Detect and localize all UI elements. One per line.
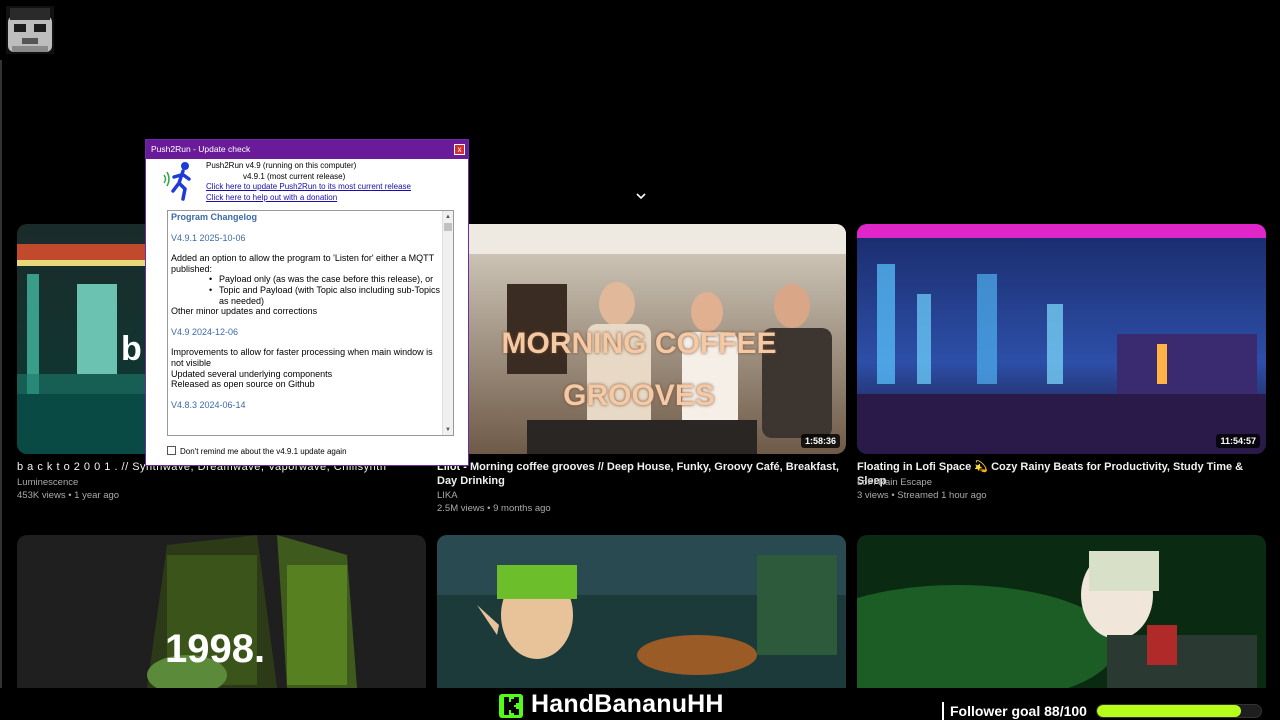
video-thumbnail[interactable]: 11:54:57 xyxy=(857,224,1266,454)
thumbnail-overlay-text: b xyxy=(121,330,142,368)
window-edge xyxy=(0,60,2,688)
scroll-down-icon[interactable]: ▼ xyxy=(444,425,452,435)
changelog-text: Updated several underlying components xyxy=(171,368,333,379)
changelog-version: V4.9.1 2025-10-06 xyxy=(171,232,246,243)
dialog-titlebar[interactable]: Push2Run - Update check x xyxy=(146,140,468,159)
close-button[interactable]: x xyxy=(454,144,465,155)
dialog-title: Push2Run - Update check xyxy=(151,144,251,154)
video-duration: 11:54:57 xyxy=(1216,434,1260,448)
changelog-bullet: Topic and Payload (with Topic also inclu… xyxy=(171,285,441,306)
current-version-text: v4.9.1 (most current release) xyxy=(243,172,346,181)
video-stats: 453K views • 1 year ago xyxy=(17,490,120,501)
changelog-text: Released as open source on Github xyxy=(171,379,315,390)
thumbnail-overlay-text: MORNING COFFEE GROOVES xyxy=(501,327,777,412)
chevron-down-icon[interactable] xyxy=(632,190,650,204)
dont-remind-label: Don't remind me about the v4.9.1 update … xyxy=(180,447,347,456)
running-man-icon xyxy=(161,161,195,201)
changelog-text: Added an option to allow the program to … xyxy=(171,253,434,274)
video-thumbnail[interactable]: 1998. xyxy=(17,535,426,688)
follower-goal-label: Follower goal 88/100 xyxy=(950,703,1087,719)
kick-logo-icon xyxy=(499,694,523,718)
changelog-text: Improvements to allow for faster process… xyxy=(171,347,433,368)
vertical-scrollbar[interactable]: ▲ ▼ xyxy=(442,211,453,435)
thumbnail-overlay-text: 1998. xyxy=(165,627,266,671)
update-check-dialog: Push2Run - Update check x Push2Run v4.9 … xyxy=(145,139,469,466)
changelog-version: V4.9 2024-12-06 xyxy=(171,326,239,337)
channel-name-overlay: HandBananuHH xyxy=(531,690,724,718)
channel-name[interactable]: LoFi Rain Escape xyxy=(857,476,932,489)
scrollbar-thumb[interactable] xyxy=(444,223,452,231)
channel-name[interactable]: Luminescence xyxy=(17,476,78,489)
video-title[interactable]: Lilot - Morning coffee grooves // Deep H… xyxy=(437,460,846,488)
running-version-text: Push2Run v4.9 (running on this computer) xyxy=(206,161,357,170)
video-thumbnail[interactable] xyxy=(437,535,846,688)
overlay-divider xyxy=(942,702,944,720)
changelog-text: Other minor updates and corrections xyxy=(171,306,318,317)
video-thumbnail[interactable]: MORNING COFFEE GROOVES 1:58:36 xyxy=(437,224,846,454)
update-link[interactable]: Click here to update Push2Run to its mos… xyxy=(206,182,411,191)
follower-goal-fill xyxy=(1097,705,1242,717)
dont-remind-checkbox[interactable] xyxy=(167,446,176,455)
streamer-avatar xyxy=(2,2,58,58)
changelog-textbox[interactable]: Program Changelog V4.9.1 2025-10-06 Adde… xyxy=(167,210,454,436)
video-stats: 3 views • Streamed 1 hour ago xyxy=(857,490,987,501)
video-duration: 1:58:36 xyxy=(800,434,840,448)
video-stats: 2.5M views • 9 months ago xyxy=(437,503,551,514)
follower-goal-bar xyxy=(1096,704,1262,718)
video-thumbnail[interactable] xyxy=(857,535,1266,688)
changelog-version: V4.8.3 2024-06-14 xyxy=(171,399,246,410)
donate-link[interactable]: Click here to help out with a donation xyxy=(206,193,337,202)
scroll-up-icon[interactable]: ▲ xyxy=(444,212,452,223)
channel-name[interactable]: LIKA xyxy=(437,489,458,502)
changelog-heading: Program Changelog xyxy=(171,212,258,222)
changelog-bullet: Payload only (as was the case before thi… xyxy=(171,274,441,285)
